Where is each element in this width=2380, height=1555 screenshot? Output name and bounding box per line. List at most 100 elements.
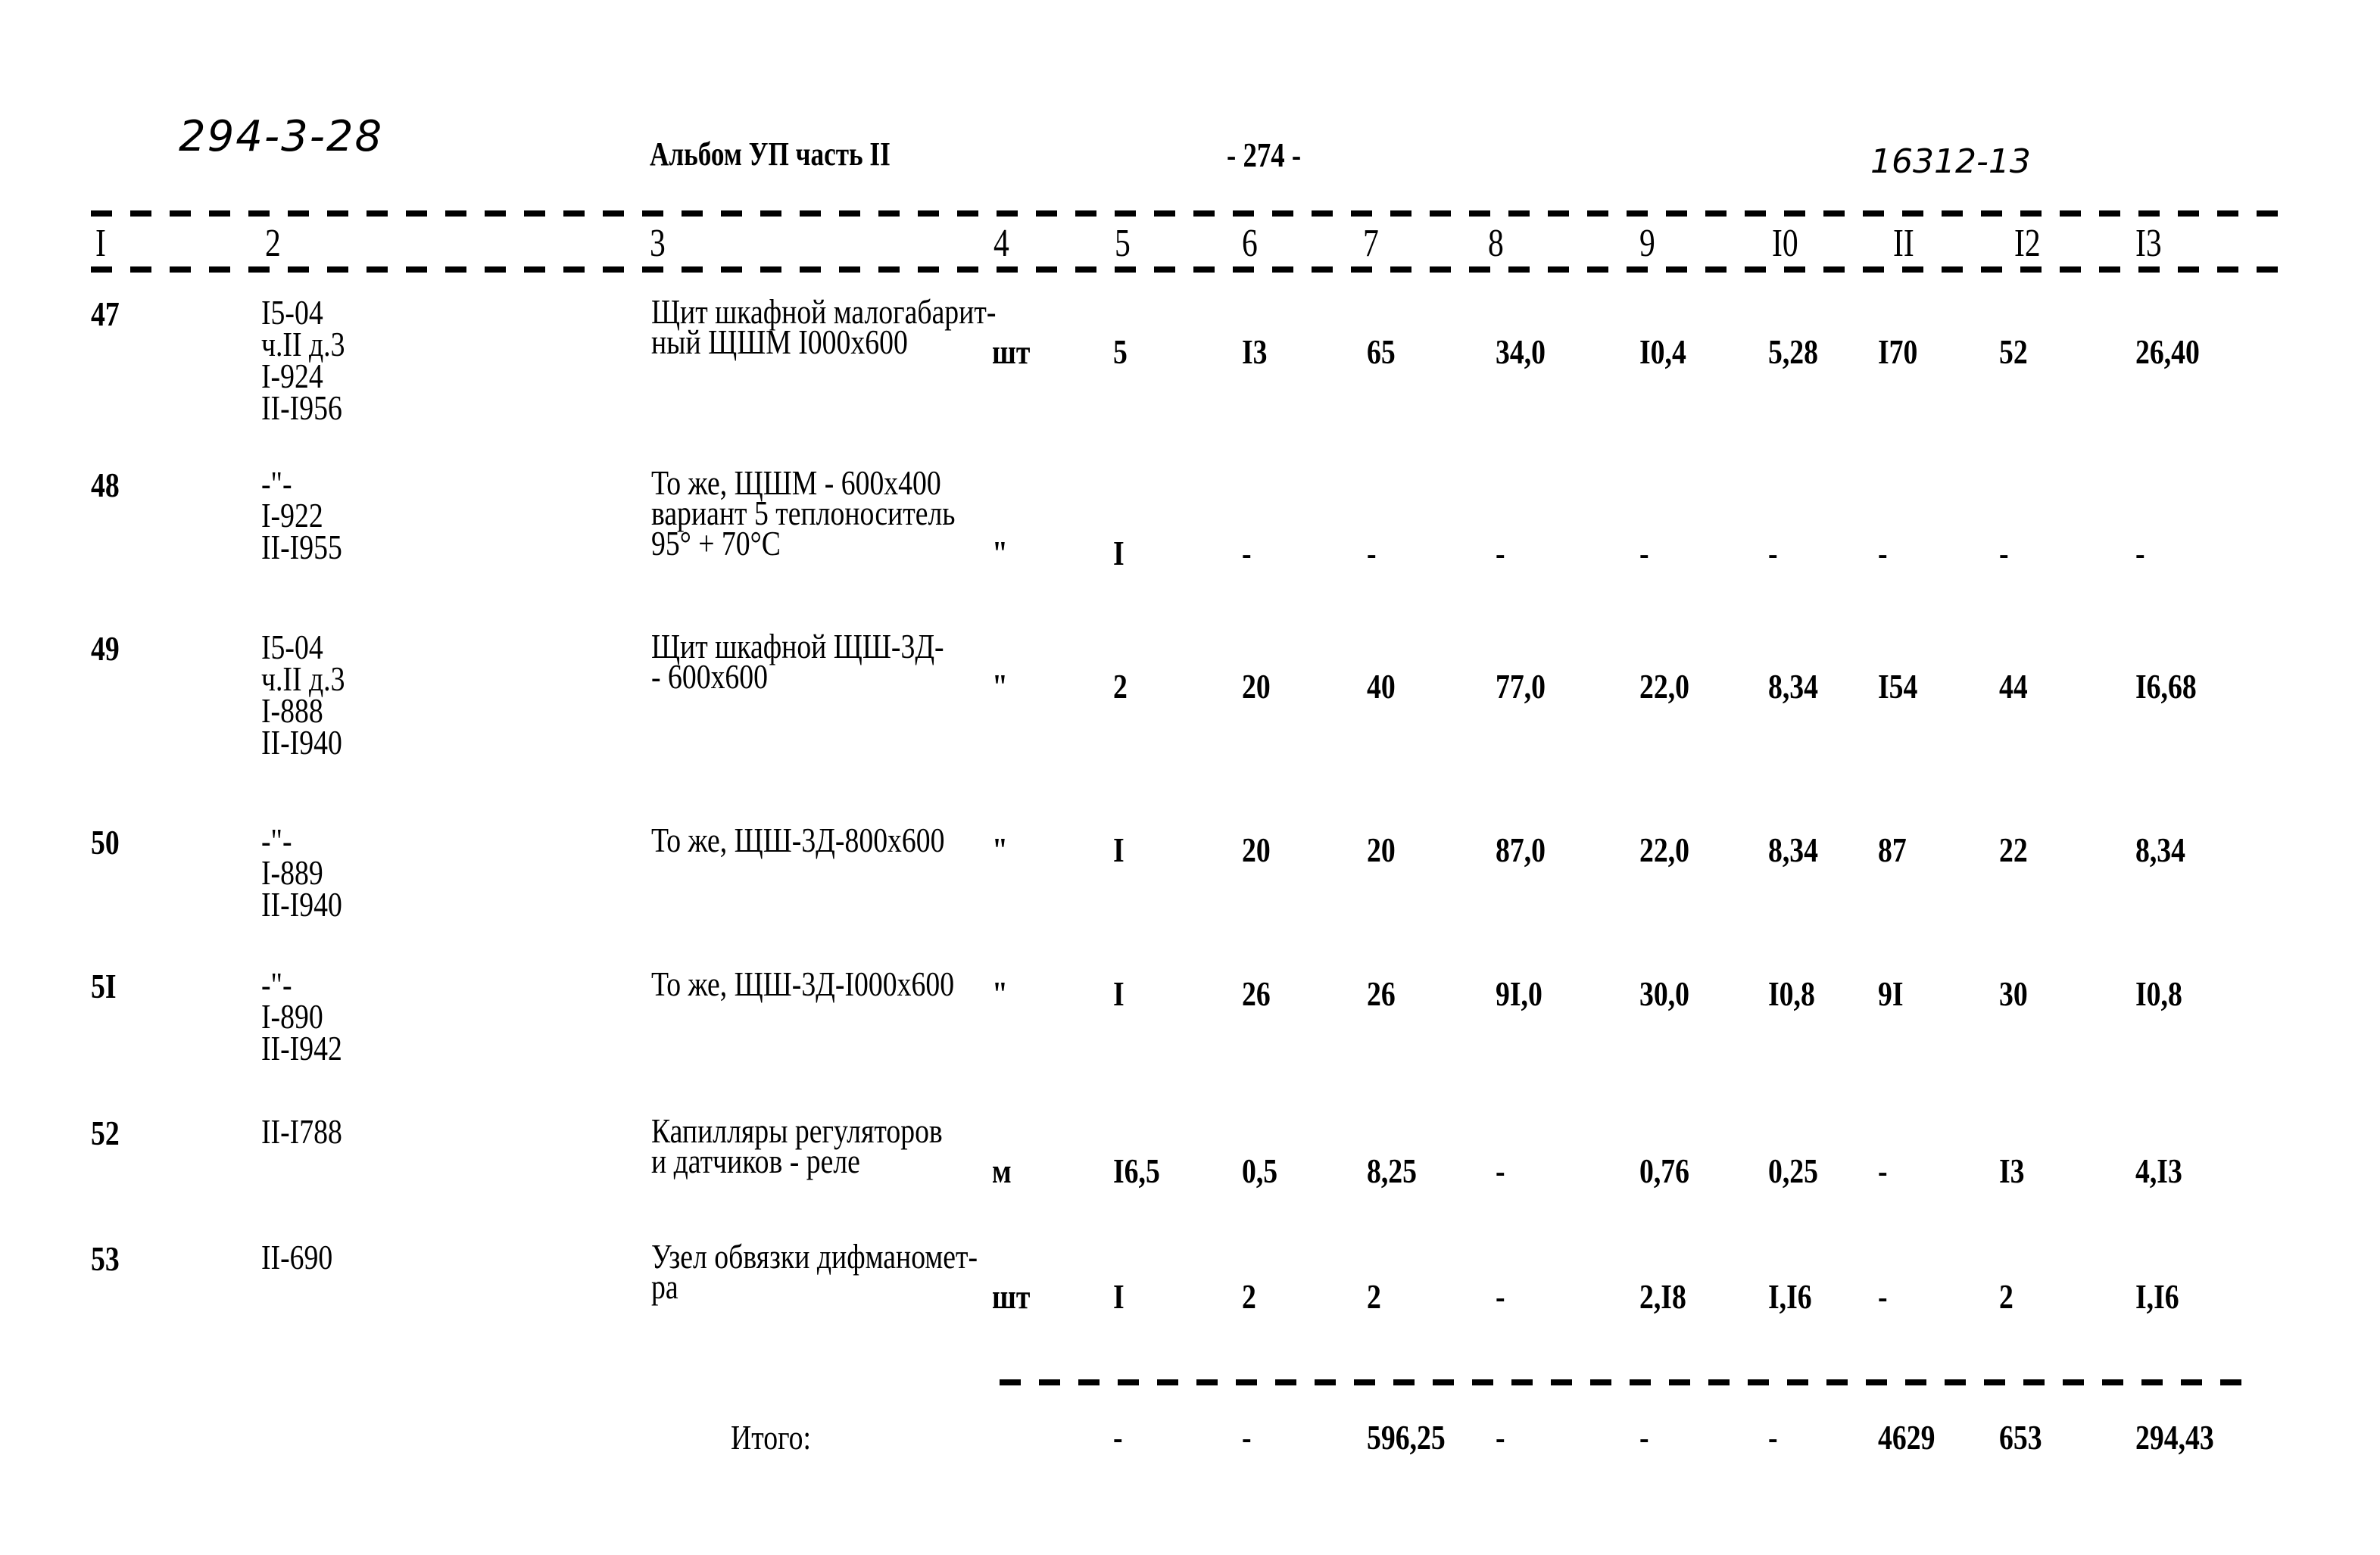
value-col-11: I70 (1878, 332, 1918, 371)
total-col-10: - (1768, 1418, 1778, 1457)
total-col-12: 653 (1999, 1418, 2042, 1457)
description-line: ный ЩШМ I000x600 (651, 323, 908, 361)
value-col-6: 2 (1242, 1277, 1256, 1316)
value-col-9: I0,4 (1639, 332, 1686, 371)
value-col-6: 26 (1242, 974, 1271, 1013)
total-col-8: - (1496, 1418, 1505, 1457)
reference-line: II-I788 (261, 1112, 342, 1151)
column-header: 4 (993, 222, 1009, 265)
value-col-11: 9I (1878, 974, 1904, 1013)
value-col-12: - (1999, 534, 2009, 572)
reference-line: II-I940 (261, 885, 342, 924)
value-col-9: - (1639, 534, 1649, 572)
description-line: ра (651, 1267, 678, 1306)
total-label: Итого: (731, 1418, 811, 1457)
column-header: I0 (1772, 222, 1798, 265)
row-number: 52 (91, 1114, 120, 1152)
unit: шт (992, 332, 1031, 371)
value-col-7: 20 (1367, 830, 1396, 869)
value-col-13: I0,8 (2135, 974, 2182, 1013)
value-col-13: I6,68 (2135, 667, 2197, 706)
page-number: - 274 - (1227, 136, 1302, 174)
reference-line: I5-04 (261, 628, 323, 666)
column-header: 2 (265, 222, 281, 265)
value-col-12: 2 (1999, 1277, 2013, 1316)
total-col-9: - (1639, 1418, 1649, 1457)
value-col-8: 87,0 (1496, 830, 1546, 869)
archive-stamp: 16312-13 (1870, 142, 2031, 181)
header-top-rule (91, 210, 2287, 217)
value-col-5: I (1113, 1277, 1124, 1316)
value-col-8: - (1496, 1151, 1505, 1190)
column-header: II (1893, 222, 1914, 265)
value-col-9: 0,76 (1639, 1151, 1690, 1190)
value-col-13: 26,40 (2135, 332, 2200, 371)
value-col-6: - (1242, 534, 1252, 572)
row-number: 50 (91, 823, 120, 862)
value-col-12: 22 (1999, 830, 2028, 869)
description-line: 95° + 70°С (651, 524, 781, 562)
value-col-10: - (1768, 534, 1778, 572)
reference-line: II-I940 (261, 723, 342, 762)
total-col-11: 4629 (1878, 1418, 1936, 1457)
total-col-6: - (1242, 1418, 1252, 1457)
value-col-9: 22,0 (1639, 830, 1690, 869)
value-col-8: 77,0 (1496, 667, 1546, 706)
unit: м (992, 1151, 1012, 1190)
unit: шт (992, 1277, 1031, 1316)
reference-line: II-I956 (261, 388, 342, 427)
value-col-10: 8,34 (1768, 830, 1819, 869)
value-col-10: 5,28 (1768, 332, 1819, 371)
value-col-7: 65 (1367, 332, 1396, 371)
value-col-10: I0,8 (1768, 974, 1815, 1013)
value-col-6: 20 (1242, 830, 1271, 869)
value-col-11: - (1878, 534, 1888, 572)
value-col-12: 44 (1999, 667, 2028, 706)
unit: " (992, 974, 1008, 1013)
description-line: То же, ЩШ-3Д-800x600 (651, 821, 945, 859)
value-col-10: 0,25 (1768, 1151, 1819, 1190)
value-col-13: 8,34 (2135, 830, 2186, 869)
row-number: 48 (91, 466, 120, 504)
column-header: 3 (650, 222, 666, 265)
value-col-12: 30 (1999, 974, 2028, 1013)
column-header: 7 (1363, 222, 1379, 265)
reference-line: I-922 (261, 496, 323, 534)
column-header: I3 (2135, 222, 2162, 265)
value-col-6: 0,5 (1242, 1151, 1278, 1190)
description-line: и датчиков - реле (651, 1142, 860, 1180)
row-number: 49 (91, 629, 120, 668)
value-col-5: I6,5 (1113, 1151, 1160, 1190)
reference-line: II-I942 (261, 1029, 342, 1067)
reference-line: ч.II д.3 (261, 325, 345, 363)
reference-line: II-I955 (261, 528, 342, 566)
row-number: 53 (91, 1239, 120, 1278)
total-col-13: 294,43 (2135, 1418, 2214, 1457)
value-col-5: 5 (1113, 332, 1128, 371)
value-col-13: I,I6 (2135, 1277, 2179, 1316)
column-header: 5 (1115, 222, 1131, 265)
reference-line: I-888 (261, 691, 323, 730)
reference-line: I-924 (261, 357, 323, 395)
row-number: 5I (91, 967, 117, 1005)
value-col-10: 8,34 (1768, 667, 1819, 706)
value-col-11: - (1878, 1277, 1888, 1316)
value-col-9: 22,0 (1639, 667, 1690, 706)
value-col-6: 20 (1242, 667, 1271, 706)
reference-line: -"- (261, 464, 292, 503)
value-col-7: 40 (1367, 667, 1396, 706)
value-col-9: 2,I8 (1639, 1277, 1686, 1316)
value-col-12: I3 (1999, 1151, 2025, 1190)
unit: " (992, 667, 1008, 706)
document-code: 294-3-28 (179, 112, 384, 161)
reference-line: -"- (261, 821, 292, 860)
reference-line: -"- (261, 965, 292, 1004)
value-col-8: 34,0 (1496, 332, 1546, 371)
value-col-8: - (1496, 534, 1505, 572)
value-col-7: 2 (1367, 1277, 1381, 1316)
value-col-13: 4,I3 (2135, 1151, 2182, 1190)
column-header: 6 (1242, 222, 1258, 265)
value-col-7: - (1367, 534, 1377, 572)
value-col-10: I,I6 (1768, 1277, 1812, 1316)
value-col-12: 52 (1999, 332, 2028, 371)
